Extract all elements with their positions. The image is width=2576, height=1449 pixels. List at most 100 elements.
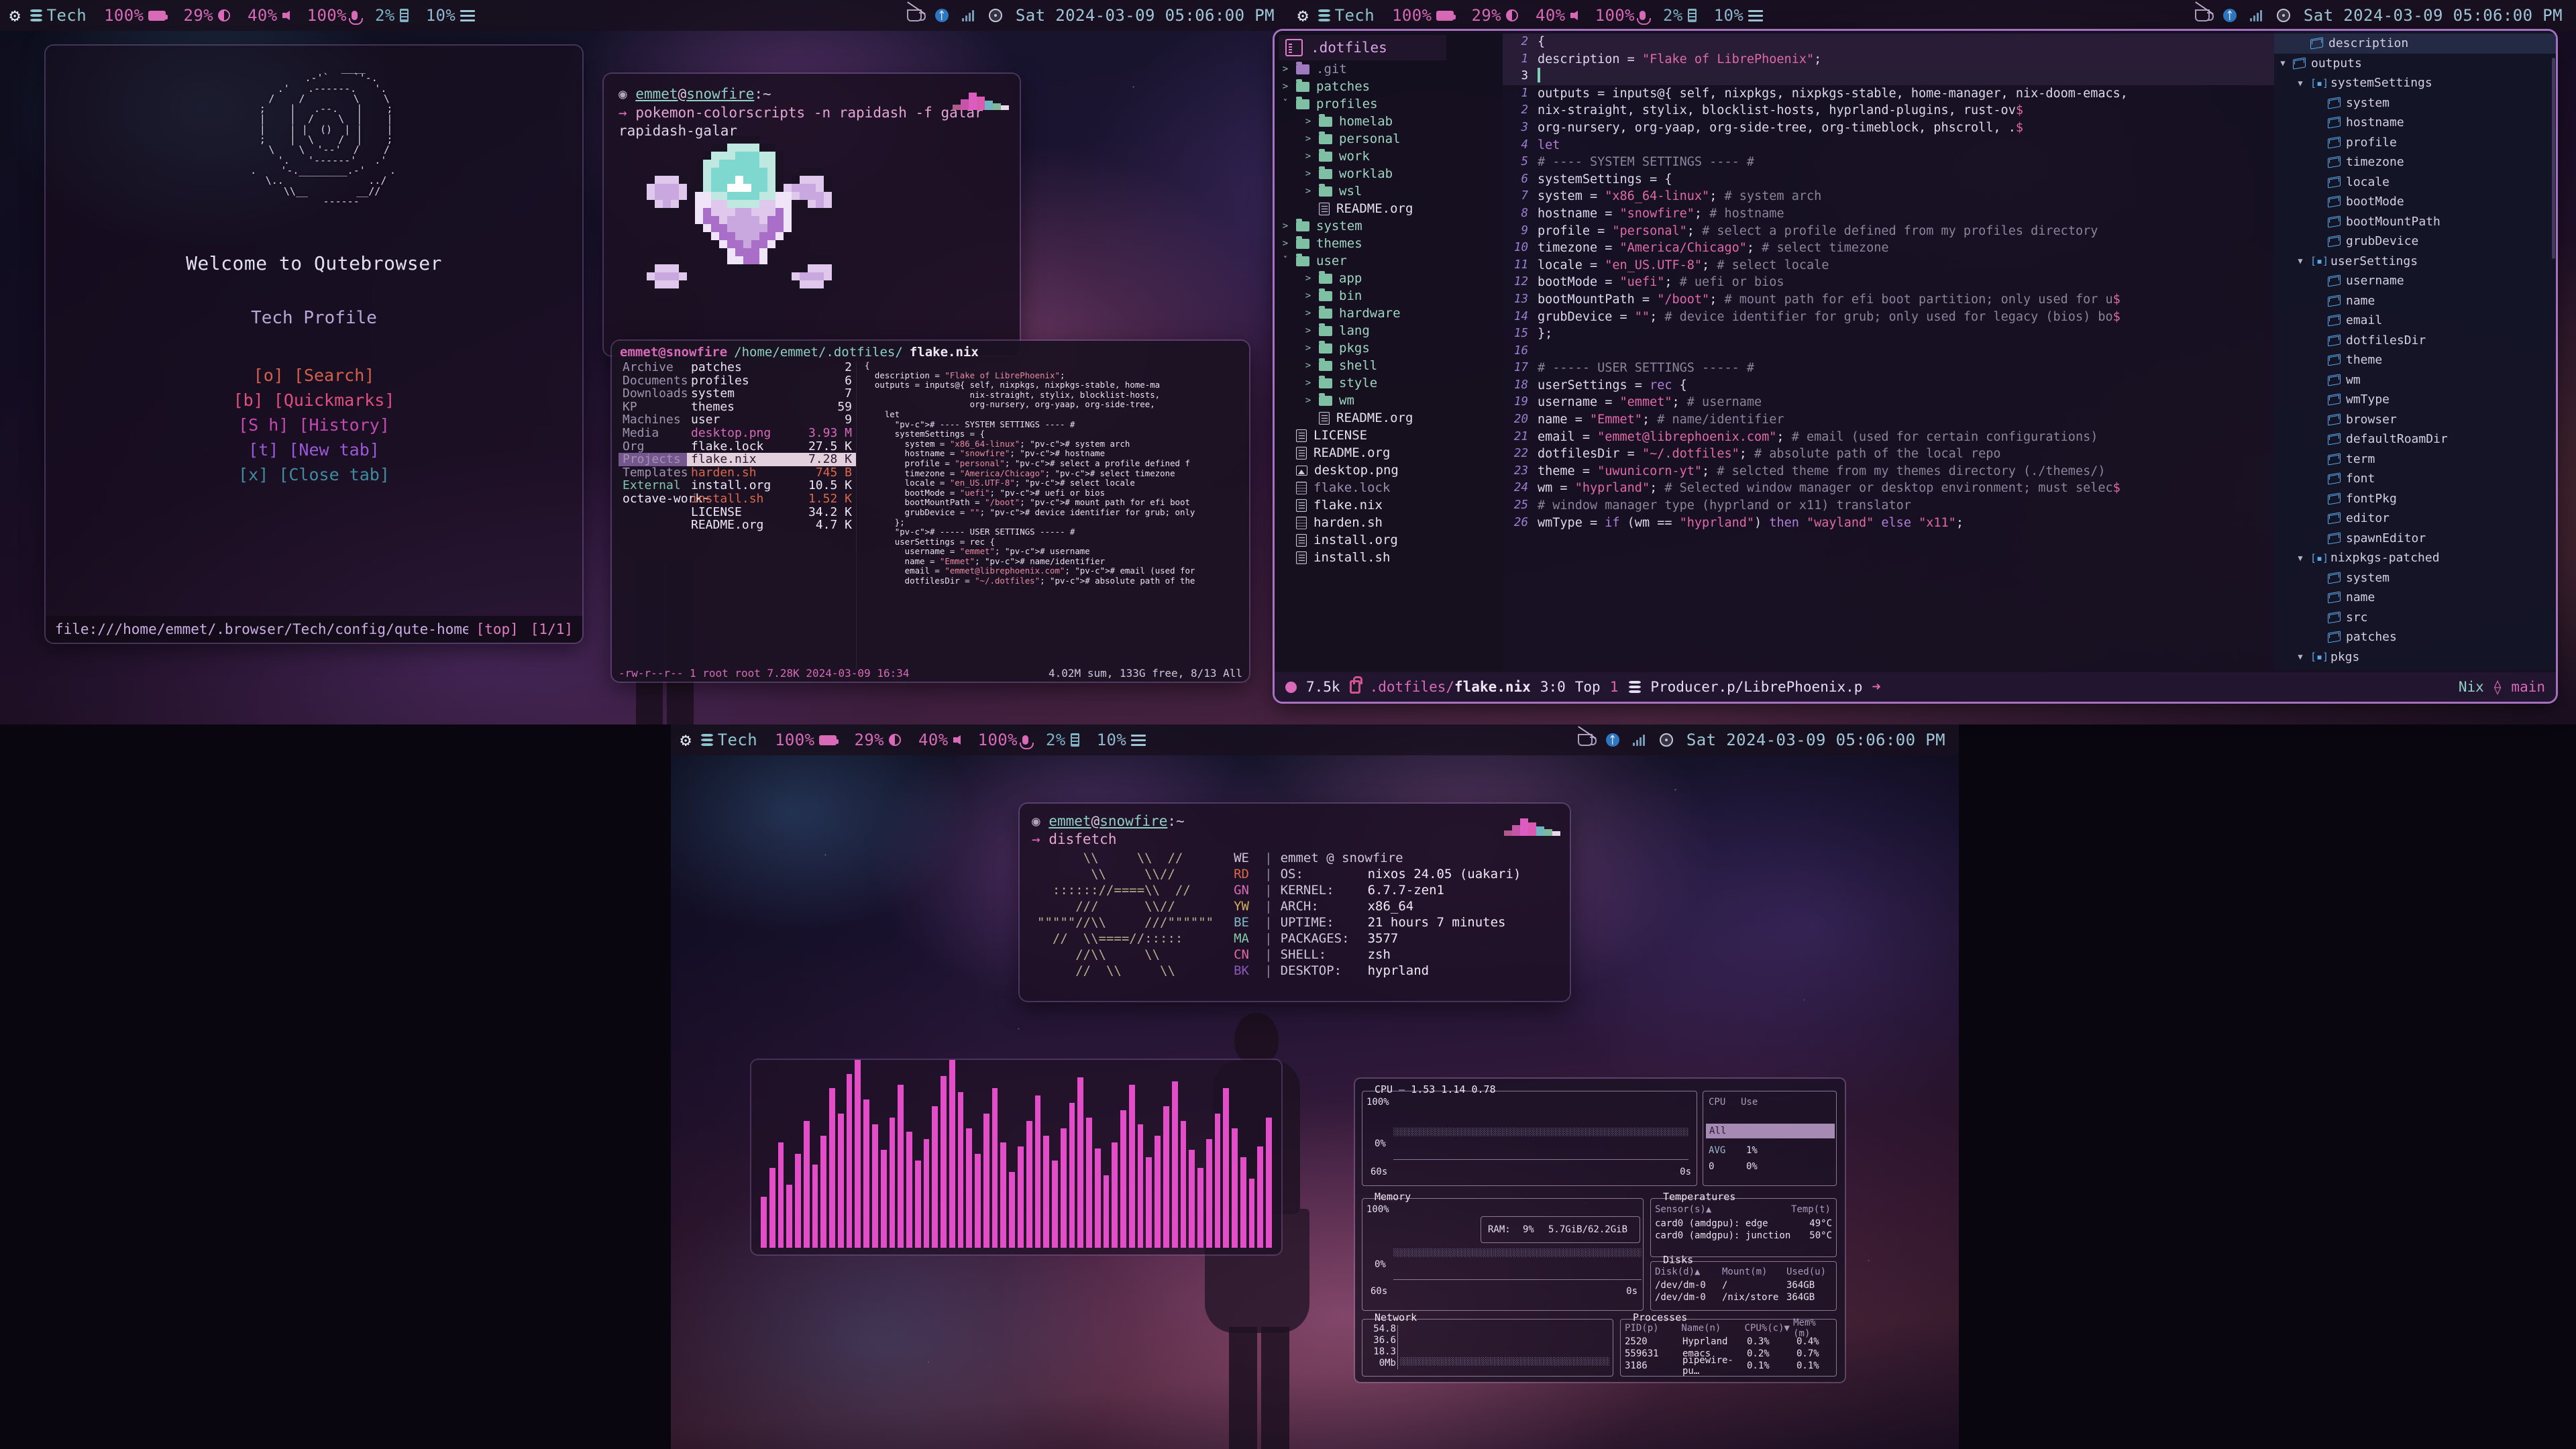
ranger-file-item[interactable]: flake.lock 27.5 K: [687, 439, 856, 453]
emacs-code-line[interactable]: 25 # window manager type (hyprland or x1…: [1503, 497, 2274, 515]
chevron-right-icon[interactable]: >: [1304, 186, 1312, 197]
emacs-outline-node[interactable]: locale: [2274, 172, 2556, 193]
ranger-parent-column[interactable]: Archive Documents Downloads KP Machines Media…: [612, 361, 710, 669]
memory-module[interactable]: 2%: [375, 6, 409, 25]
emacs-outline-node[interactable]: ▼ [▪] pkgs: [2274, 647, 2556, 667]
memory-module[interactable]: 2%: [1663, 6, 1697, 25]
emacs-tree-node[interactable]: ˇ user: [1279, 252, 1503, 270]
terminal-pokemon-window[interactable]: ◉ emmet@snowfire:~ → pokemon-colorscript…: [604, 74, 1020, 356]
btop-disks-col-disk[interactable]: Disk(d)▲: [1655, 1267, 1722, 1277]
emacs-code-line[interactable]: 4 let: [1503, 137, 2274, 154]
brightness-module[interactable]: 29%: [854, 731, 902, 749]
workspace-module[interactable]: Tech: [700, 731, 757, 749]
ranger-parent-item[interactable]: Archive: [619, 361, 687, 374]
emacs-tree-node[interactable]: LICENSE: [1279, 427, 1503, 444]
emacs-tree-node[interactable]: > pkgs: [1279, 339, 1503, 357]
bluetooth-icon[interactable]: ᛏ: [934, 9, 949, 22]
emacs-tree-node[interactable]: > worklab: [1279, 165, 1503, 182]
emacs-outline-node[interactable]: wm: [2274, 370, 2556, 390]
emacs-tree-node[interactable]: > personal: [1279, 130, 1503, 148]
chevron-right-icon[interactable]: >: [1281, 81, 1289, 92]
emacs-outline-node[interactable]: theme: [2274, 350, 2556, 370]
ranger-file-item[interactable]: flake.nix 7.28 K: [687, 453, 856, 466]
qutebrowser-shortcut-list[interactable]: [o] [Search] [b] [Quickmarks] [S h] [Histo…: [233, 366, 395, 484]
chevron-right-icon[interactable]: >: [1304, 151, 1312, 162]
emacs-outline-node[interactable]: bootMode: [2274, 192, 2556, 212]
chevron-right-icon[interactable]: >: [1304, 168, 1312, 179]
emacs-outline-node[interactable]: patches: [2274, 627, 2556, 647]
ranger-file-item[interactable]: profiles 6: [687, 374, 856, 388]
chevron-down-icon[interactable]: ˇ: [1281, 99, 1289, 109]
chevron-right-icon[interactable]: >: [1304, 133, 1312, 144]
disc-icon[interactable]: [2276, 9, 2290, 22]
workspace-module[interactable]: Tech: [1318, 6, 1375, 25]
emacs-tree-node[interactable]: ˇ profiles: [1279, 95, 1503, 113]
ranger-file-item[interactable]: themes 59: [687, 400, 856, 414]
emacs-outline-node[interactable]: font: [2274, 469, 2556, 489]
emacs-outline-node[interactable]: profile: [2274, 133, 2556, 153]
ranger-file-item[interactable]: install.org 10.5 K: [687, 479, 856, 492]
emacs-outline-node[interactable]: email: [2274, 311, 2556, 331]
emacs-code-lines[interactable]: 2{1 description = "Flake of LibrePhoenix…: [1503, 34, 2274, 531]
battery-module[interactable]: 100%: [104, 6, 168, 25]
emacs-tree-node[interactable]: > wsl: [1279, 182, 1503, 200]
chevron-down-icon[interactable]: ▼: [2296, 256, 2305, 266]
emacs-tree-node[interactable]: > patches: [1279, 78, 1503, 95]
emacs-tree-node[interactable]: README.org: [1279, 444, 1503, 462]
disc-icon[interactable]: [1659, 733, 1673, 747]
emacs-tree-node[interactable]: desktop.png: [1279, 462, 1503, 479]
emacs-tree-node[interactable]: > hardware: [1279, 305, 1503, 322]
bluetooth-icon[interactable]: ᛏ: [1605, 733, 1619, 747]
ranger-parent-item[interactable]: KP: [619, 400, 687, 414]
emacs-outline-node[interactable]: spawnEditor: [2274, 529, 2556, 549]
emacs-outline-node[interactable]: dotfilesDir: [2274, 331, 2556, 351]
emacs-outline-node[interactable]: grubDevice: [2274, 231, 2556, 252]
btop-cpuuse-selected-row[interactable]: All: [1706, 1124, 1835, 1138]
emacs-outline-node[interactable]: ▼ [▪] systemSettings: [2274, 73, 2556, 93]
system-monitor-window[interactable]: CPU — 1.53 1.14 0.78 100% 0% ░░░░░░░░░░░…: [1355, 1079, 1845, 1382]
btop-process-row[interactable]: 2520 Hyprland 0.3% 0.4%: [1625, 1336, 1832, 1348]
emacs-code-line[interactable]: 10 timezone = "America/Chicago"; # selec…: [1503, 239, 2274, 257]
emacs-outline-sidebar[interactable]: description ▼ outputs ▼ [▪] systemSettings sys…: [2274, 31, 2556, 669]
emacs-outline-node[interactable]: hostname: [2274, 113, 2556, 133]
emacs-code-line[interactable]: 14 grubDevice = ""; # device identifier …: [1503, 309, 2274, 326]
emacs-outline-node[interactable]: name: [2274, 588, 2556, 608]
emacs-code-line[interactable]: 11 locale = "en_US.UTF-8"; # select loca…: [1503, 257, 2274, 274]
chevron-right-icon[interactable]: >: [1304, 308, 1312, 319]
clock[interactable]: Sat 2024-03-09 05:06:00 PM: [1686, 731, 1945, 749]
ranger-file-item[interactable]: user 9: [687, 413, 856, 427]
ranger-file-item[interactable]: LICENSE 34.2 K: [687, 505, 856, 519]
terminal-disfetch-window[interactable]: ◉ emmet@snowfire:~ → disfetch \\ \\ // \…: [1020, 804, 1570, 1001]
emacs-outline-node[interactable]: fontPkg: [2274, 489, 2556, 509]
no-coffee-icon[interactable]: [906, 9, 926, 21]
cpu-module[interactable]: 10%: [1097, 731, 1146, 749]
emacs-outline-node[interactable]: system: [2274, 93, 2556, 113]
emacs-tree-node[interactable]: install.org: [1279, 531, 1503, 549]
emacs-outline-node[interactable]: name: [2274, 291, 2556, 311]
chevron-down-icon[interactable]: ˇ: [1281, 256, 1289, 266]
ranger-file-item[interactable]: system 7: [687, 387, 856, 400]
emacs-code-line[interactable]: 2 nix-straight, stylix, blocklist-hosts,…: [1503, 102, 2274, 119]
microphone-module[interactable]: 100%: [978, 731, 1034, 749]
emacs-tree-node[interactable]: > system: [1279, 217, 1503, 235]
ranger-parent-item[interactable]: Media: [619, 427, 687, 440]
brightness-module[interactable]: 29%: [183, 6, 231, 25]
clock[interactable]: Sat 2024-03-09 05:06:00 PM: [1016, 6, 1275, 25]
ranger-file-item[interactable]: README.org 4.7 K: [687, 519, 856, 532]
emacs-code-line[interactable]: 15 };: [1503, 325, 2274, 343]
emacs-tree-node[interactable]: flake.nix: [1279, 496, 1503, 514]
emacs-window[interactable]: .dotfiles > .git > patches ˇ profiles > homelab…: [1275, 31, 2556, 702]
chevron-down-icon[interactable]: ▼: [2278, 58, 2288, 68]
emacs-outline-node[interactable]: ▼ [▪] nixpkgs-patched: [2274, 548, 2556, 568]
emacs-code-line[interactable]: 13 bootMountPath = "/boot"; # mount path…: [1503, 291, 2274, 309]
qutebrowser-shortcut-2[interactable]: [S h] [History]: [238, 415, 390, 435]
chevron-down-icon[interactable]: ▼: [2296, 553, 2305, 563]
workspace-module[interactable]: Tech: [30, 6, 87, 25]
volume-module[interactable]: 40%: [248, 6, 290, 25]
emacs-code-line[interactable]: 12 bootMode = "uefi"; # uefi or bios: [1503, 274, 2274, 291]
emacs-code-line[interactable]: 20 name = "Emmet"; # name/identifier: [1503, 411, 2274, 429]
emacs-outline-node[interactable]: system: [2274, 568, 2556, 588]
emacs-code-line[interactable]: 21 email = "emmet@librephoenix.com"; # e…: [1503, 429, 2274, 446]
clock[interactable]: Sat 2024-03-09 05:06:00 PM: [2304, 6, 2563, 25]
qutebrowser-window[interactable]: ____ .-'` `'-. .' .------. '. / / \ \ ; …: [46, 46, 582, 643]
